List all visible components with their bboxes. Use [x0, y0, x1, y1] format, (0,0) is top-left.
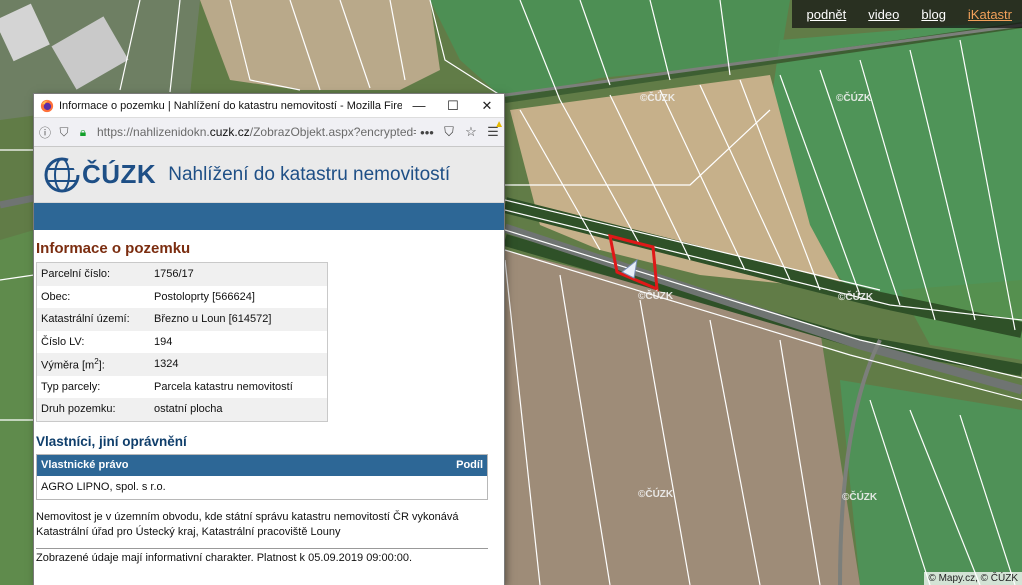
- cuzk-logo[interactable]: ČÚZK: [42, 155, 156, 195]
- parcel-heading: Informace o pozemku: [36, 240, 191, 257]
- lock-icon: 🔒︎: [79, 124, 87, 139]
- owners-heading: Vlastníci, jiní oprávnění: [36, 433, 187, 449]
- firefox-icon: [40, 99, 54, 112]
- table-row: Výměra [m2]: 1324: [36, 353, 328, 376]
- green-field: [0, 230, 34, 585]
- svg-text:©ČÚZK: ©ČÚZK: [638, 289, 674, 302]
- bookmark-star-icon[interactable]: ☆: [460, 124, 482, 140]
- link-video[interactable]: video: [857, 7, 910, 22]
- window-titlebar[interactable]: Informace o pozemku | Nahlížení do katas…: [34, 94, 504, 118]
- svg-text:©ČÚZK: ©ČÚZK: [838, 290, 874, 303]
- table-row: Druh pozemku: ostatní plocha: [36, 398, 328, 421]
- validity-footer: Zobrazené údaje mají informativní charak…: [36, 551, 413, 564]
- parcel-info-table: Parcelní číslo: 1756/17 Obec: Postoloprty …: [36, 262, 328, 422]
- owners-table: Vlastnické právo Podíl AGRO LIPNO, spol. …: [36, 453, 488, 500]
- pocket-icon[interactable]: ⛉: [438, 124, 460, 140]
- divider: [36, 547, 488, 549]
- minimize-button[interactable]: —: [402, 98, 436, 113]
- table-row: Typ parcely: Parcela katastru nemovitostí: [41, 380, 293, 393]
- svg-text:©ČÚZK: ©ČÚZK: [836, 91, 872, 104]
- close-button[interactable]: ✕: [470, 98, 504, 114]
- url-text[interactable]: https://nahlizenidokn.cuzk.cz/ZobrazObje…: [97, 125, 416, 139]
- owners-col-right: Vlastnické právo: [36, 454, 393, 476]
- svg-text:©ČÚZK: ©ČÚZK: [842, 490, 878, 503]
- info-icon[interactable]: ⓘ: [37, 124, 53, 141]
- menu-icon[interactable]: ☰ ▲: [482, 119, 504, 140]
- shield-icon[interactable]: ⛉: [56, 125, 72, 140]
- owner-name[interactable]: AGRO LIPNO, spol. s r.o.: [37, 476, 393, 500]
- table-row: Parcelní číslo: 1756/17: [36, 262, 328, 286]
- site-header: ČÚZK Nahlížení do katastru nemovitostí: [34, 147, 504, 203]
- owners-col-share: Podíl: [392, 454, 488, 476]
- browser-window: Informace o pozemku | Nahlížení do katas…: [34, 94, 504, 585]
- site-title: Nahlížení do katastru nemovitostí: [168, 163, 451, 185]
- globe-icon: [44, 157, 81, 192]
- link-ikatastr[interactable]: iKatastr: [957, 7, 1014, 22]
- link-podnet[interactable]: podnět: [796, 7, 858, 22]
- map-top-links: podnět video blog iKatastr: [791, 0, 1022, 28]
- table-row: Katastrální území: Březno u Loun [614572]: [36, 308, 328, 331]
- window-title: Informace o pozemku | Nahlížení do katas…: [59, 99, 402, 112]
- map-copyright: © Mapy.cz, © ČÚZK: [924, 572, 1022, 585]
- green-field: [840, 380, 1022, 585]
- maximize-button[interactable]: ☐: [436, 98, 470, 114]
- svg-text:©ČÚZK: ©ČÚZK: [640, 91, 676, 104]
- link-blog[interactable]: blog: [910, 7, 957, 22]
- page-content: Informace o pozemku Parcelní číslo: 1756/…: [34, 240, 504, 564]
- address-bar[interactable]: ⓘ ⛉ 🔒︎ https://nahlizenidokn.cuzk.cz/Zob…: [34, 118, 504, 147]
- more-icon[interactable]: •••: [416, 125, 438, 140]
- nav-strip: [34, 203, 504, 230]
- table-row: Obec: Postoloprty [566624]: [41, 290, 255, 303]
- svg-text:©ČÚZK: ©ČÚZK: [638, 487, 674, 500]
- jurisdiction-note: Nemovitost je v územním obvodu, kde stát…: [36, 510, 459, 538]
- table-row: Číslo LV: 194: [41, 335, 173, 348]
- table-row: AGRO LIPNO, spol. s r.o.: [37, 476, 488, 500]
- warning-icon: ▲: [494, 119, 504, 130]
